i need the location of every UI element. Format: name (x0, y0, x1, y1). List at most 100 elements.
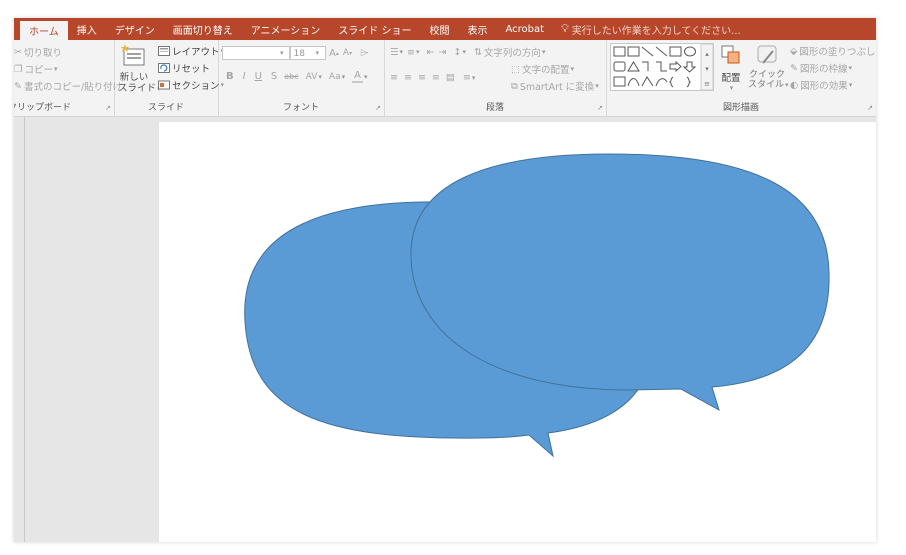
shapes-gallery[interactable]: ▴ ▾ ≡ (610, 43, 714, 91)
align-center-icon[interactable]: ≡ (402, 72, 414, 83)
format-painter-button[interactable]: ✎ 書式のコピー/貼り付け (14, 79, 124, 94)
dialog-launcher-icon[interactable]: ↗ (597, 104, 603, 112)
scissors-icon: ✂ (14, 46, 22, 58)
group-slides: 新しい スライド▾ レイアウト ▾ リセット セクション (114, 40, 224, 116)
reset-icon (158, 63, 170, 73)
decrease-font-icon[interactable]: A ▾ (341, 48, 354, 58)
bullets-icon[interactable]: ☰ ▾ (388, 47, 405, 58)
new-slide-label-2: スライド (118, 83, 157, 94)
numbering-icon[interactable]: ≡ ▾ (405, 47, 421, 58)
align-right-icon[interactable]: ≡ (416, 72, 428, 83)
lightbulb-icon: 💡︎ (561, 22, 569, 35)
copy-icon: ❐ (14, 63, 23, 75)
italic-icon[interactable]: I (241, 71, 248, 82)
effects-icon: ◐ (790, 79, 799, 91)
chevron-down-icon: ▾ (848, 81, 853, 89)
justify-icon[interactable]: ≡ (430, 72, 442, 83)
align-text-button[interactable]: ⬚ 文字の配置 ▾ (509, 62, 576, 77)
text-shadow-icon[interactable]: S (269, 71, 279, 82)
bold-icon[interactable]: B (224, 71, 236, 82)
reset-button[interactable]: リセット (156, 61, 212, 75)
font-color-icon[interactable]: A (352, 70, 363, 83)
pencil-icon: ✎ (790, 62, 798, 74)
text-direction-icon: ⇅ (473, 46, 482, 58)
section-button[interactable]: セクション ▾ (156, 78, 226, 92)
dialog-launcher-icon[interactable]: ↗ (867, 104, 873, 112)
new-slide-icon (121, 44, 145, 66)
slide-canvas[interactable] (159, 122, 876, 542)
group-clipboard: ✂ 切り取り ❐ コピー ▾ ✎ 書式のコピー/貼り付け クリップボード ↗ (14, 40, 122, 116)
svg-text:▾: ▾ (705, 65, 709, 73)
dialog-launcher-icon[interactable]: ↗ (105, 104, 111, 112)
dialog-launcher-icon[interactable]: ↗ (375, 104, 381, 112)
tab-transitions[interactable]: 画面切り替え (164, 18, 242, 40)
clear-formatting-icon[interactable]: ⌲ (358, 46, 371, 60)
chevron-down-icon[interactable]: ▾ (364, 73, 368, 81)
slide-thumbnail-pane[interactable] (14, 117, 25, 542)
drawing-group-label: 図形描画 (722, 103, 759, 113)
shape-effects-button[interactable]: ◐ 図形の効果 ▾ (788, 78, 854, 93)
chevron-down-icon: ▾ (54, 65, 58, 73)
increase-indent-icon[interactable]: ⇥ (437, 47, 449, 58)
slides-group-label: スライド (147, 103, 184, 113)
ribbon-tab-bar: ホーム 挿入 デザイン 画面切り替え アニメーション スライド ショー 校閲 表… (14, 18, 876, 40)
line-spacing-icon[interactable]: ↕ ▾ (451, 47, 467, 58)
font-size-input[interactable]: 18 (289, 46, 326, 60)
shape-fill-button[interactable]: ⬙ 図形の塗りつぶし ▾ (788, 44, 876, 59)
change-case-icon[interactable]: Aa ▾ (327, 72, 347, 82)
strikethrough-icon[interactable]: abc (282, 72, 300, 81)
underline-icon[interactable]: U (253, 71, 264, 82)
chevron-down-icon[interactable]: ▾ (280, 49, 284, 57)
chevron-down-icon: ▾ (570, 65, 575, 73)
tab-design[interactable]: デザイン (106, 18, 164, 40)
align-left-icon[interactable]: ≡ (388, 72, 400, 83)
smartart-button[interactable]: ⧉ SmartArt に変換 ▾ (509, 79, 601, 94)
svg-text:▴: ▴ (705, 50, 709, 58)
paintbrush-icon: ✎ (14, 80, 22, 92)
tell-me-box[interactable]: 💡︎ 実行したい作業を入力してください... (553, 18, 741, 40)
quick-styles-button[interactable]: クイック スタイル▾ (748, 43, 789, 91)
character-spacing-icon[interactable]: AV ▾ (304, 72, 324, 82)
arrange-label: 配置 (721, 73, 741, 84)
text-direction-label: 文字列の方向 (483, 48, 541, 59)
arrange-button[interactable]: 配置 ▾ (716, 43, 746, 92)
chevron-down-icon[interactable]: ▾ (316, 49, 320, 57)
svg-text:≡: ≡ (704, 80, 710, 88)
decrease-indent-icon[interactable]: ⇤ (425, 47, 437, 58)
shape-fill-label: 図形の塗りつぶし (799, 47, 876, 58)
chevron-down-icon: ▾ (541, 48, 546, 56)
columns-icon[interactable]: ≡ ▾ (461, 72, 477, 83)
chevron-down-icon: ▾ (595, 82, 599, 90)
align-text-label: 文字の配置 (521, 65, 570, 76)
tab-review[interactable]: 校閲 (421, 18, 459, 40)
shapes-gallery-icon: ▴ ▾ ≡ (613, 43, 714, 91)
shape-outline-button[interactable]: ✎ 図形の枠線 ▾ (788, 61, 854, 76)
tab-acrobat[interactable]: Acrobat (497, 18, 554, 40)
layout-button[interactable]: レイアウト ▾ (156, 44, 226, 58)
chevron-down-icon: ▾ (848, 64, 852, 72)
cut-button[interactable]: ✂ 切り取り (14, 45, 64, 60)
increase-font-icon[interactable]: A ▴ (327, 48, 341, 59)
distributed-icon[interactable]: ▤ (444, 72, 457, 83)
smartart-label: SmartArt に変換 (519, 82, 595, 93)
tab-slideshow[interactable]: スライド ショー (329, 18, 420, 40)
quick-styles-label-1: クイック (748, 70, 785, 80)
tab-insert[interactable]: 挿入 (68, 18, 106, 40)
tab-home[interactable]: ホーム (20, 21, 68, 40)
ribbon: ✂ 切り取り ❐ コピー ▾ ✎ 書式のコピー/貼り付け クリップボード ↗ 新… (14, 40, 876, 117)
tab-view[interactable]: 表示 (459, 18, 497, 40)
group-paragraph: ☰ ▾ ≡ ▾ ⇤ ⇥ ↕ ▾ ⇅ 文字列の方向 ▾ ⬚ 文字の配置 ▾ ≡ ≡… (384, 40, 607, 116)
copy-label: コピー (24, 65, 54, 76)
reset-label: リセット (172, 64, 211, 75)
font-size-value: 18 (293, 49, 305, 59)
tab-animations[interactable]: アニメーション (242, 18, 330, 40)
group-drawing: ▴ ▾ ≡ 配置 ▾ クイック スタイル▾ ⬙ 図形の塗りつぶし ✎ 図形の枠線… (606, 40, 876, 116)
chevron-down-icon: ▾ (729, 84, 734, 92)
speech-bubbles-drawing (244, 153, 830, 458)
layout-label: レイアウト (172, 47, 220, 58)
copy-button[interactable]: ❐ コピー ▾ (14, 62, 60, 77)
new-slide-button[interactable]: 新しい スライド▾ (118, 43, 161, 95)
group-font: ▾ 18 ▾ A ▴ A ▾ ⌲ B I U S abc AV ▾ Aa ▾ A ▾ フ… (218, 40, 385, 116)
clipboard-group-label: クリップボード (14, 103, 72, 113)
text-direction-button[interactable]: ⇅ 文字列の方向 ▾ (472, 45, 548, 60)
